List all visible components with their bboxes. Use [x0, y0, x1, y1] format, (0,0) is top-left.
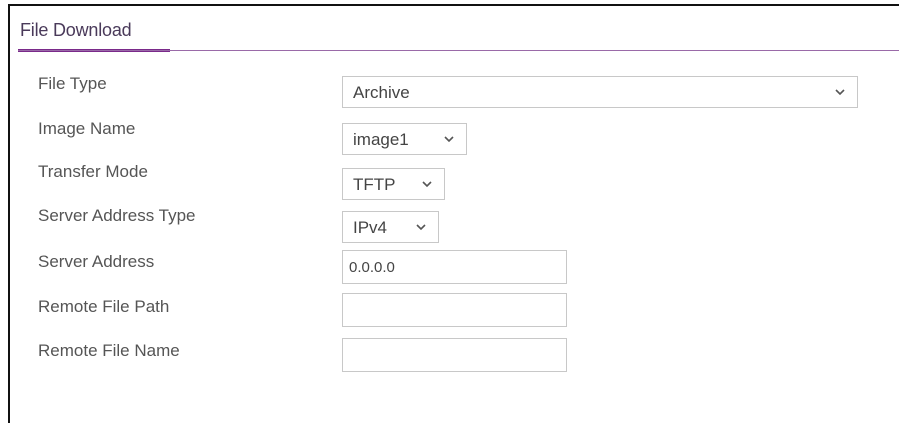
transfer-mode-value: TFTP: [353, 175, 396, 194]
remote-file-path-row: Remote File Path: [10, 293, 899, 327]
image-name-select[interactable]: image1: [342, 123, 467, 155]
chevron-down-icon: [422, 181, 432, 188]
chevron-down-icon: [444, 136, 454, 143]
image-name-value: image1: [353, 130, 409, 149]
server-address-type-label: Server Address Type: [38, 206, 196, 225]
server-address-type-row: Server Address Type IPv4: [10, 204, 899, 243]
server-address-label: Server Address: [38, 252, 155, 271]
server-address-row: Server Address: [10, 250, 899, 284]
file-type-select[interactable]: Archive: [342, 76, 858, 108]
image-name-label: Image Name: [38, 119, 136, 138]
remote-file-name-input[interactable]: [342, 338, 567, 372]
file-type-value: Archive: [353, 83, 410, 102]
remote-file-path-input[interactable]: [342, 293, 567, 327]
transfer-mode-select[interactable]: TFTP: [342, 168, 445, 200]
panel-header: File Download: [10, 6, 899, 52]
image-name-row: Image Name image1: [10, 117, 899, 155]
server-address-type-value: IPv4: [353, 218, 388, 237]
server-address-input[interactable]: [342, 250, 567, 284]
server-address-type-select[interactable]: IPv4: [342, 211, 439, 243]
remote-file-name-label: Remote File Name: [38, 341, 180, 360]
file-download-panel: File Download File Type Archive Image Na…: [8, 4, 899, 423]
chevron-down-icon: [835, 89, 845, 96]
panel-title: File Download: [20, 20, 132, 40]
remote-file-name-row: Remote File Name: [10, 338, 899, 372]
header-divider: [18, 50, 899, 51]
file-type-label: File Type: [38, 74, 107, 93]
transfer-mode-label: Transfer Mode: [38, 162, 148, 181]
chevron-down-icon: [416, 224, 426, 231]
file-type-row: File Type Archive: [10, 70, 899, 108]
transfer-mode-row: Transfer Mode TFTP: [10, 160, 899, 200]
remote-file-path-label: Remote File Path: [38, 297, 170, 316]
